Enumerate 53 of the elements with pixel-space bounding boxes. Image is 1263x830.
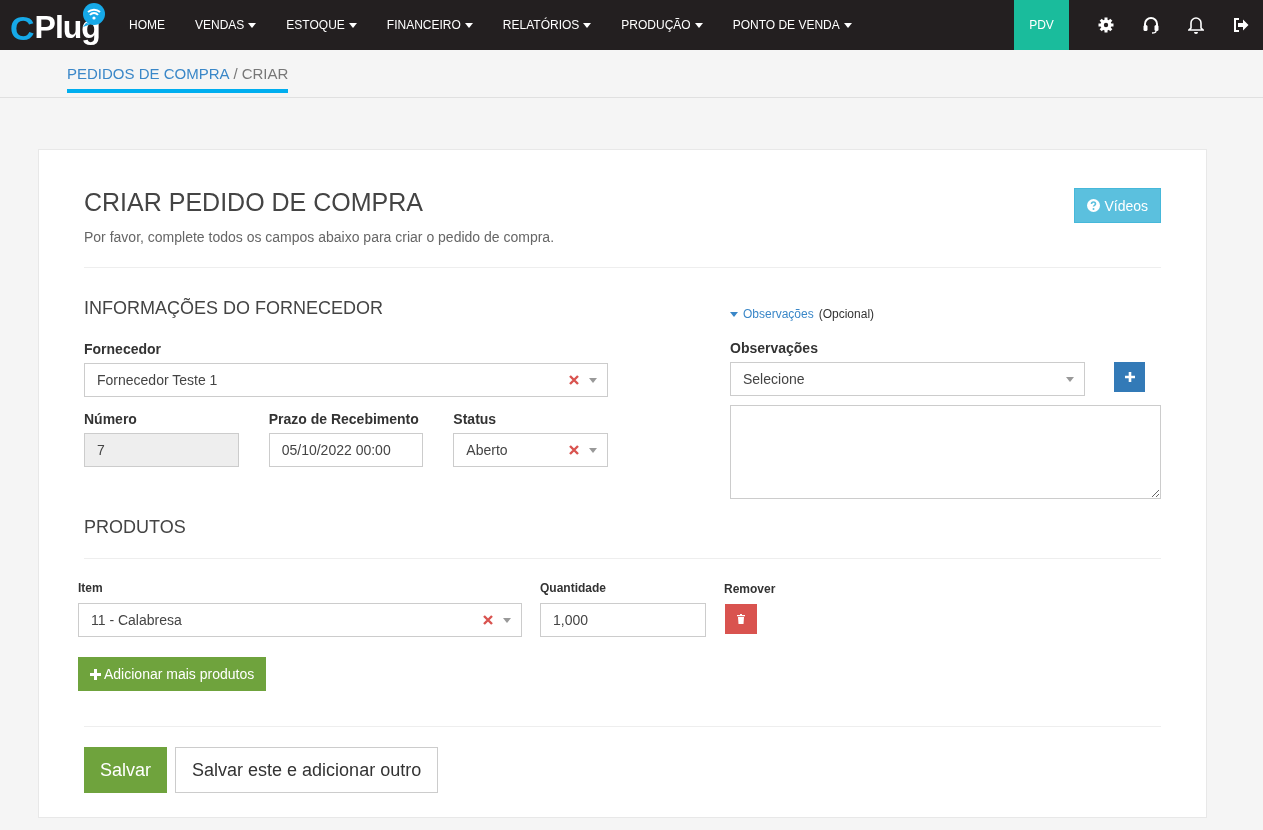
field-label: Fornecedor [84,341,162,357]
logo[interactable]: CPlug [10,3,110,47]
nav-menu-item[interactable]: FINANCEIRO [371,0,488,50]
add-button[interactable] [1114,362,1145,392]
nav-menu-item[interactable]: ESTOQUE [271,0,372,50]
clear-icon[interactable] [569,445,579,455]
notes-toggle-link[interactable]: Observações (Opcional) [730,307,875,321]
column-label: Remover [724,582,776,596]
caret-icon [503,617,511,623]
caret-icon [583,22,592,28]
input-field[interactable]: 05/10/2022 00:00 [268,433,424,467]
field-label: Status [453,411,498,427]
nav-menu-item[interactable]: HOME [114,0,180,50]
nav-menu-item[interactable]: RELATÓRIOS [487,0,607,50]
caret-icon [348,22,357,28]
bell-icon[interactable] [1187,16,1204,34]
plus-icon [90,668,101,680]
logout-icon[interactable] [1232,18,1249,32]
page-title: CRIAR PEDIDO DE COMPRA [84,188,424,217]
nav-menu-item[interactable]: PONTO DE VENDA [717,0,867,50]
field-label: Observações [730,340,819,356]
save-and-add-button[interactable]: Salvar este e adicionar outro [175,747,439,793]
trash-icon [737,614,745,624]
item-select[interactable]: 11 - Calabresa [78,603,522,637]
delete-button[interactable] [725,604,757,634]
help-icon [1087,199,1101,212]
caret-icon [248,22,257,28]
supplier-select[interactable]: Fornecedor Teste 1 [84,363,608,397]
status-select[interactable]: Aberto [453,433,608,467]
nav-menu-item[interactable]: PRODUÇÃO [606,0,718,50]
clear-icon[interactable] [569,375,579,385]
caret-icon [843,22,852,28]
column-label: Quantidade [540,581,607,595]
headset-icon[interactable] [1141,16,1160,34]
caret-icon [730,311,738,317]
caret-icon [464,22,473,28]
caret-icon [1066,376,1074,382]
field-label: Prazo de Recebimento [268,411,420,427]
notes-select[interactable]: Selecione [730,362,1085,396]
caret-icon [589,447,597,453]
column-label: Item [78,581,104,595]
clear-icon[interactable] [483,615,493,625]
section-heading: PRODUTOS [84,517,187,538]
section-heading: INFORMAÇÕES DO FORNECEDOR [84,298,384,319]
caret-icon [589,377,597,383]
nav-menu-item[interactable]: VENDAS [180,0,272,50]
caret-icon [694,22,703,28]
quantity-field[interactable]: 1,000 [540,603,706,637]
plus-icon [1124,372,1135,382]
page-subtitle: Por favor, complete todos os campos abaixo para criar o pedido de compra. [84,229,555,245]
settings-icon[interactable] [1097,17,1114,33]
field-label: Número [84,411,138,427]
breadcrumb-tab[interactable]: PEDIDOS DE COMPRA / CRIAR [67,53,289,93]
